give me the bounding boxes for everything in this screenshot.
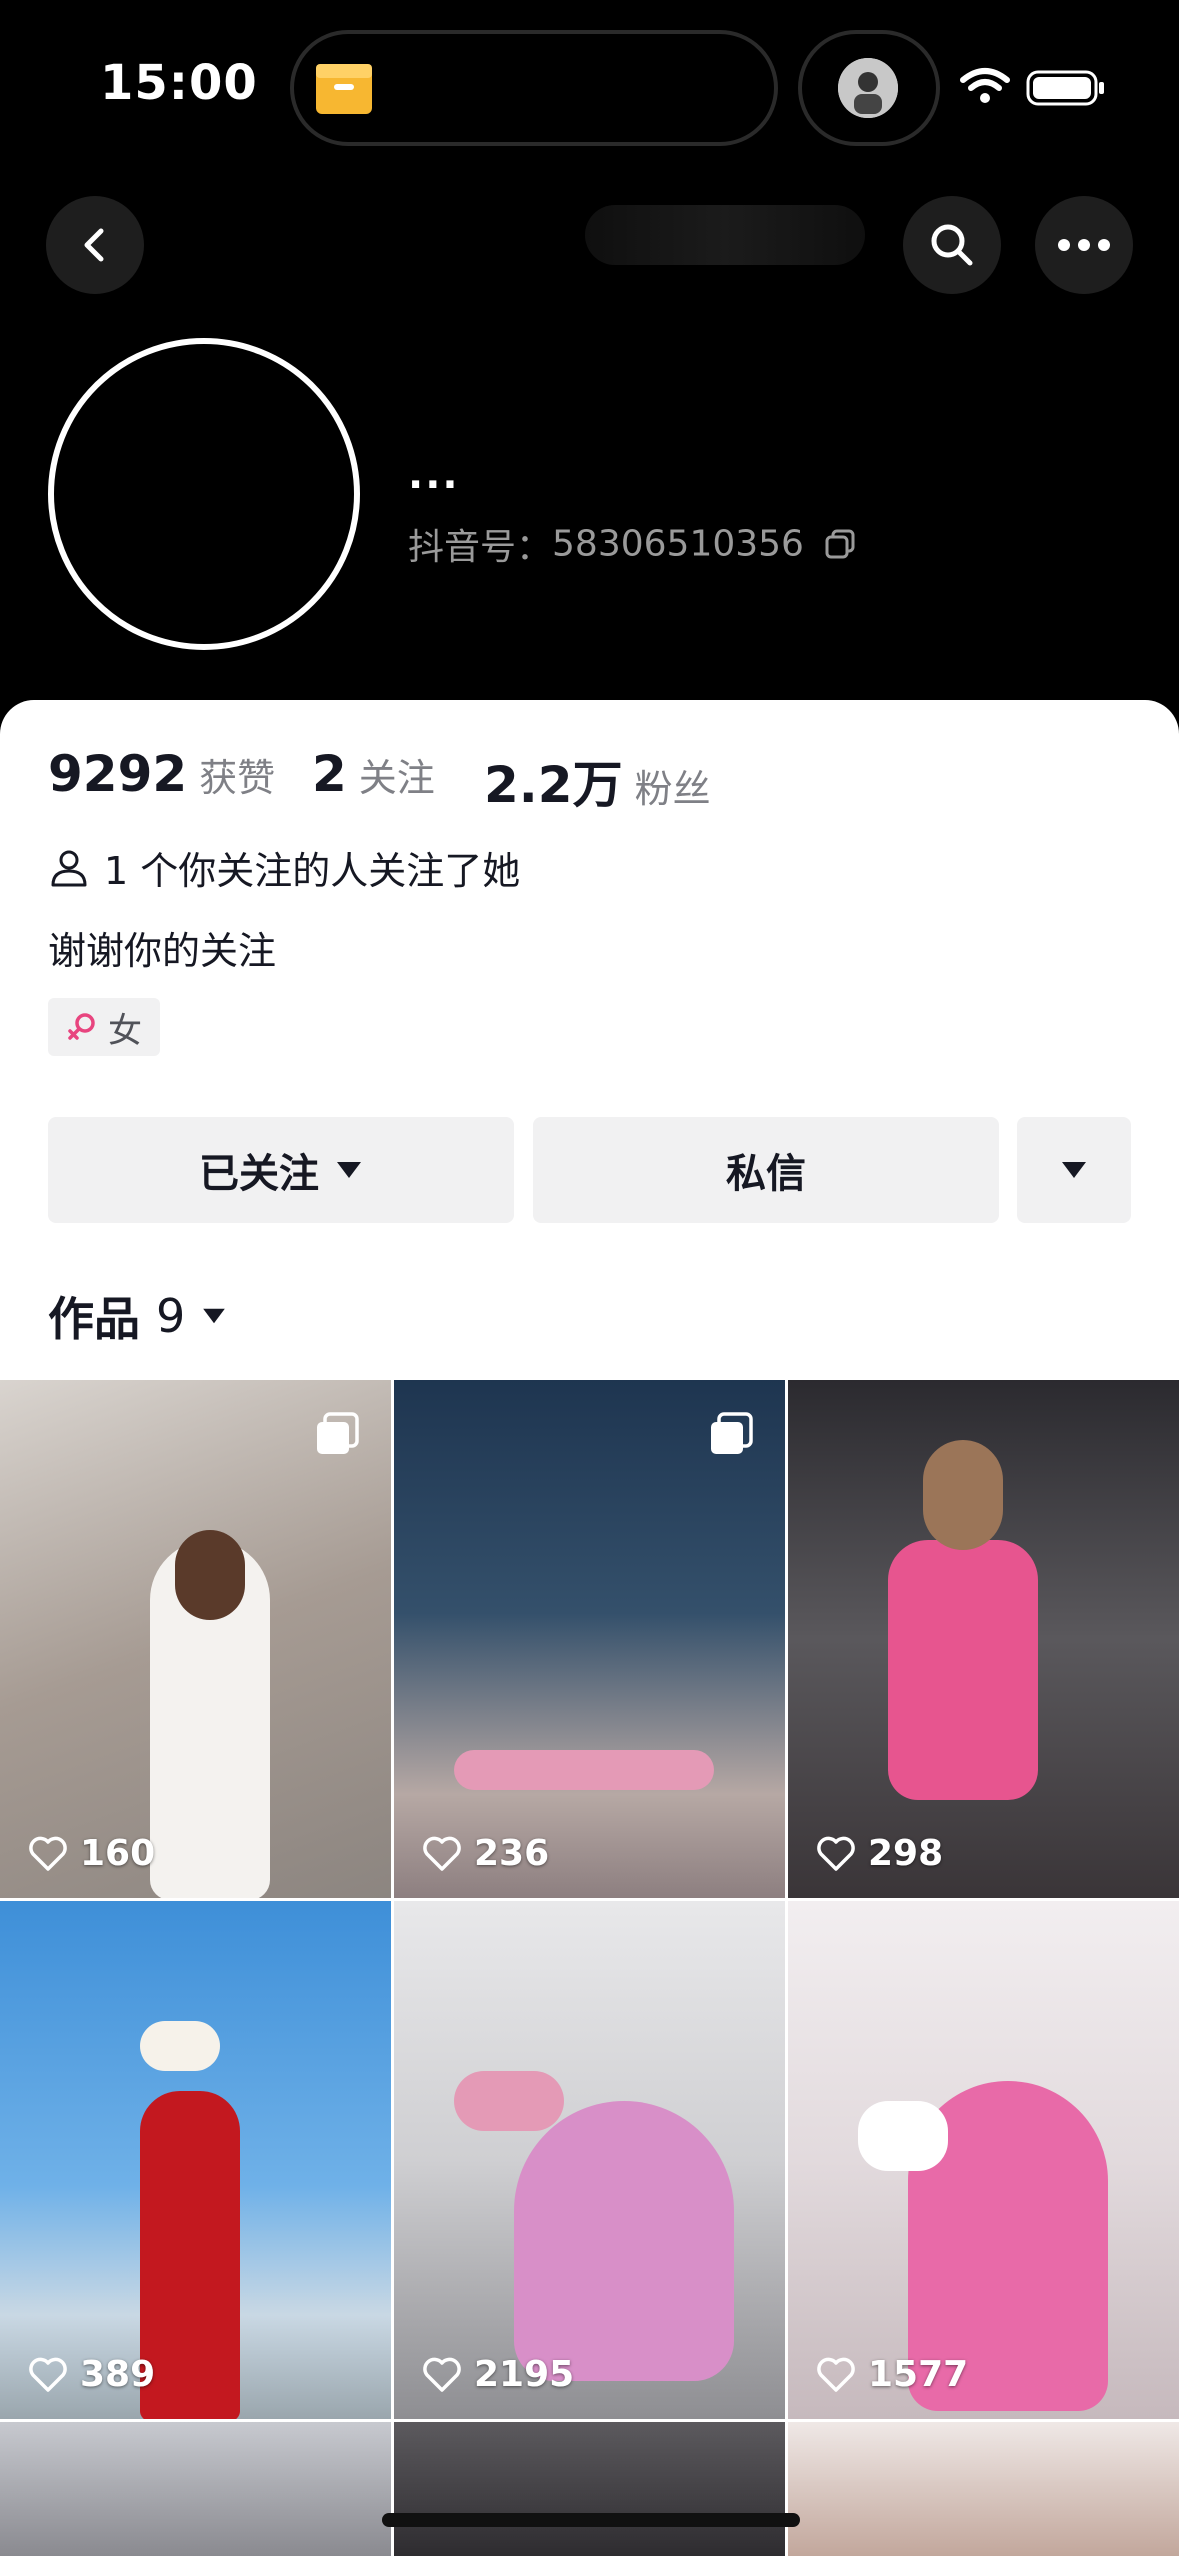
search-icon — [931, 224, 973, 266]
heart-icon — [29, 1836, 67, 1871]
mutual-text: 1 个你关注的人关注了她 — [104, 849, 521, 893]
bio: 谢谢你的关注 — [48, 929, 277, 973]
like-count: 298 — [816, 1833, 943, 1874]
heart-icon — [29, 2357, 67, 2392]
like-count-value: 298 — [868, 1833, 944, 1874]
status-time: 15:00 — [100, 55, 258, 111]
figure-shape — [888, 1540, 1038, 1800]
multi-image-icon — [317, 1412, 359, 1454]
mutual-follow-info[interactable]: 1 个你关注的人关注了她 — [48, 840, 520, 895]
like-count-value: 1577 — [868, 2354, 969, 2395]
figure-head — [923, 1440, 1003, 1550]
like-count: 236 — [422, 1833, 549, 1874]
follow-label: 已关注 — [199, 1151, 319, 1197]
battery-icon — [1026, 70, 1104, 106]
figure-top — [858, 2101, 948, 2171]
caret-down-icon — [203, 1308, 226, 1324]
search-button[interactable] — [903, 196, 1001, 294]
stat-label: 获赞 — [199, 756, 276, 800]
heart-icon — [423, 2357, 461, 2392]
like-count: 2195 — [422, 2354, 574, 2395]
chevron-left-icon — [84, 228, 104, 262]
like-count: 160 — [28, 1833, 155, 1874]
figure-hat — [140, 2021, 220, 2071]
works-label: 作品 — [48, 1292, 140, 1346]
nickname: ... — [408, 452, 460, 498]
douyin-id[interactable]: 抖音号：58306510356 — [408, 518, 857, 570]
heart-icon — [423, 1836, 461, 1871]
figure-shape — [454, 1750, 714, 1790]
blurred-username — [585, 205, 865, 265]
like-count-value: 2195 — [474, 2354, 575, 2395]
douyin-id-value: 58306510356 — [552, 523, 804, 565]
stat-label: 关注 — [358, 756, 435, 800]
like-count-value: 160 — [80, 1833, 156, 1874]
stat-value: 2.2万 — [484, 756, 623, 814]
caret-down-icon — [1062, 1162, 1086, 1178]
more-icon — [1058, 239, 1110, 251]
female-icon — [68, 1013, 95, 1040]
work-tile[interactable]: 160 — [0, 1380, 391, 1898]
stat-value: 9292 — [48, 745, 188, 803]
tab-works[interactable]: 作品 9 — [48, 1283, 227, 1349]
stat-label: 粉丝 — [634, 767, 711, 811]
follow-button[interactable]: 已关注 — [48, 1117, 514, 1223]
person-icon — [51, 850, 87, 886]
home-indicator[interactable] — [382, 2513, 800, 2527]
heart-icon — [817, 2357, 855, 2392]
media-thumbnail-icon — [838, 58, 898, 118]
avatar[interactable] — [48, 338, 360, 650]
more-button[interactable] — [1035, 196, 1133, 294]
heart-icon — [817, 1836, 855, 1871]
stat-followers[interactable]: 2.2万 粉丝 — [484, 745, 711, 814]
multi-image-icon — [711, 1412, 753, 1454]
work-tile[interactable]: 2195 — [394, 1901, 785, 2419]
works-count: 9 — [156, 1289, 186, 1343]
figure-head — [175, 1530, 245, 1620]
work-tile[interactable]: 389 — [0, 1901, 391, 2419]
like-count-value: 389 — [80, 2354, 156, 2395]
stat-following[interactable]: 2 关注 — [312, 745, 435, 805]
gender-label: 女 — [108, 1010, 142, 1051]
douyin-id-label: 抖音号： — [408, 527, 553, 568]
back-button[interactable] — [46, 196, 144, 294]
copy-icon[interactable] — [823, 527, 857, 561]
message-label: 私信 — [726, 1151, 806, 1197]
figure-shape — [514, 2101, 734, 2381]
like-count: 389 — [28, 2354, 155, 2395]
work-tile[interactable]: 1577 — [788, 1901, 1179, 2419]
figure-top — [454, 2071, 564, 2131]
caret-down-icon — [337, 1162, 361, 1178]
stat-likes: 9292 获赞 — [48, 745, 275, 805]
wifi-icon — [960, 68, 1010, 103]
message-button[interactable]: 私信 — [533, 1117, 999, 1223]
work-tile[interactable]: 298 — [788, 1380, 1179, 1898]
package-icon — [316, 64, 372, 114]
work-tile[interactable] — [788, 2422, 1179, 2556]
work-tile[interactable]: 236 — [394, 1380, 785, 1898]
work-tile[interactable] — [394, 2422, 785, 2556]
recommend-toggle-button[interactable] — [1017, 1117, 1131, 1223]
like-count-value: 236 — [474, 1833, 550, 1874]
like-count: 1577 — [816, 2354, 968, 2395]
stat-value: 2 — [312, 745, 347, 803]
work-tile[interactable] — [0, 2422, 391, 2556]
gender-tag: 女 — [48, 998, 160, 1056]
